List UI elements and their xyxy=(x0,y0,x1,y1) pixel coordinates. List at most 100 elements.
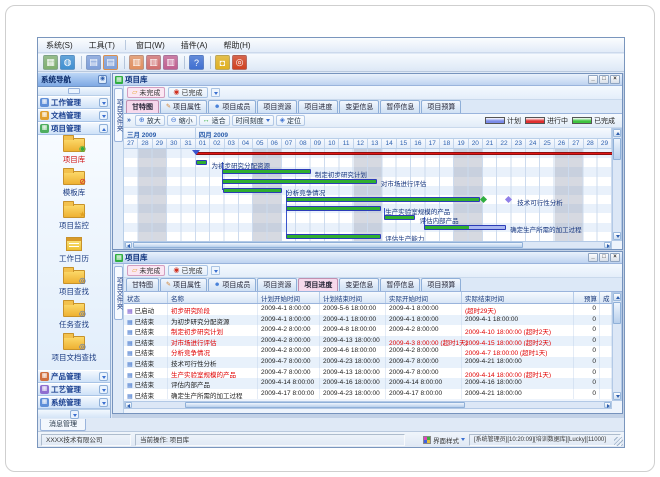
lock-icon[interactable]: ◘ xyxy=(215,55,230,70)
sidebar-item-项目查找[interactable]: ◎项目查找 xyxy=(38,267,110,300)
sidebar-item-模板库[interactable]: ⊘模板库 xyxy=(38,168,110,201)
tab-message-management[interactable]: 消息管理 xyxy=(40,419,86,431)
sidebar-collapse[interactable] xyxy=(38,409,110,418)
chevron-up-icon[interactable] xyxy=(99,124,108,133)
tab-暂停信息[interactable]: 暂停信息 xyxy=(380,100,420,113)
gantt-button-缩小[interactable]: ⊖缩小 xyxy=(167,115,197,126)
day-cell[interactable]: 08 xyxy=(296,139,310,148)
more-filters-dropdown[interactable] xyxy=(211,88,220,97)
day-cell[interactable]: 29 xyxy=(153,139,167,148)
table-horizontal-scrollbar[interactable] xyxy=(124,401,612,409)
tab-项目属性[interactable]: ✎项目属性 xyxy=(160,100,207,113)
day-cell[interactable]: 27 xyxy=(124,139,138,148)
column-header-成[interactable]: 成 xyxy=(600,292,612,303)
filter-已完成[interactable]: ◉已完成 xyxy=(168,87,207,98)
day-cell[interactable]: 22 xyxy=(497,139,511,148)
day-cell[interactable]: 01 xyxy=(196,139,210,148)
sidebar-group-top-1[interactable]: ▦文档管理 xyxy=(38,109,110,122)
table-row[interactable]: ▦已结束制定初步研究计划2009-4-2 8:00:002009-4-8 18:… xyxy=(124,325,612,336)
ui-style-selector[interactable]: 界面样式 xyxy=(423,435,465,445)
scroll-right-icon[interactable] xyxy=(604,402,611,408)
maximize-button[interactable]: □ xyxy=(599,75,609,84)
panel-title-bar[interactable]: ▦项目库_□× xyxy=(113,252,622,264)
menu-item-0[interactable]: 系统(S) xyxy=(38,39,81,52)
day-cell[interactable]: 23 xyxy=(512,139,526,148)
chevron-down-icon[interactable] xyxy=(99,98,108,107)
day-cell[interactable]: 19 xyxy=(454,139,468,148)
resize-grip[interactable] xyxy=(614,437,623,446)
scroll-thumb[interactable] xyxy=(613,138,621,160)
sidebar-group-bottom-2[interactable]: ▦系统管理 xyxy=(38,396,110,409)
tab-暂停信息[interactable]: 暂停信息 xyxy=(380,278,420,291)
day-cell[interactable]: 25 xyxy=(540,139,554,148)
pin-icon[interactable]: ◉ xyxy=(98,75,107,84)
gantt-button-定位[interactable]: ◈定位 xyxy=(276,115,305,126)
day-cell[interactable]: 27 xyxy=(569,139,583,148)
tab-甘特图[interactable]: 甘特图 xyxy=(126,278,159,291)
sidebar-item-工作日历[interactable]: 工作日历 xyxy=(38,234,110,267)
gantt-task-bar[interactable] xyxy=(222,169,311,174)
filter-未完成[interactable]: ▱未完成 xyxy=(127,87,165,98)
scroll-thumb[interactable] xyxy=(613,302,621,324)
tab-project-folder[interactable]: 项目文件夹 xyxy=(114,88,123,142)
folder-open-icon[interactable]: ▤ xyxy=(103,55,118,70)
day-cell[interactable]: 18 xyxy=(440,139,454,148)
sidebar-group-top-0[interactable]: ▦工作管理 xyxy=(38,96,110,109)
day-cell[interactable]: 07 xyxy=(282,139,296,148)
table-vertical-scrollbar[interactable] xyxy=(612,292,622,401)
close-button[interactable]: × xyxy=(610,75,620,84)
chevron-down-icon[interactable] xyxy=(99,398,108,407)
day-cell[interactable]: 21 xyxy=(483,139,497,148)
gantt-task-bar[interactable] xyxy=(286,206,381,211)
globe-icon[interactable]: ◍ xyxy=(60,55,75,70)
more-filters-dropdown[interactable] xyxy=(211,266,220,275)
day-cell[interactable]: 03 xyxy=(225,139,239,148)
day-cell[interactable]: 28 xyxy=(138,139,152,148)
audit-icon[interactable]: ▥ xyxy=(146,55,161,70)
day-cell[interactable]: 06 xyxy=(268,139,282,148)
day-cell[interactable]: 02 xyxy=(210,139,224,148)
tab-项目成员[interactable]: ☻项目成员 xyxy=(208,278,256,291)
day-cell[interactable]: 15 xyxy=(397,139,411,148)
table-row[interactable]: ▦已结束分析竞争情况2009-4-2 8:00:002009-4-6 18:00… xyxy=(124,346,612,357)
table-row[interactable]: ▦已结束为初步研究分配资源2009-4-1 8:00:002009-4-1 18… xyxy=(124,315,612,326)
day-cell[interactable]: 28 xyxy=(584,139,598,148)
tab-项目进度[interactable]: 项目进度 xyxy=(298,100,338,113)
column-header-状态[interactable]: 状态 xyxy=(124,292,168,303)
sidebar-scroll-up[interactable] xyxy=(38,87,110,96)
table-row[interactable]: ▦已结束对市场进行评估2009-4-2 8:00:002009-4-13 18:… xyxy=(124,336,612,347)
menu-item-3[interactable]: 插件(A) xyxy=(173,39,216,52)
column-header-名称[interactable]: 名称 xyxy=(168,292,258,303)
menu-item-2[interactable]: 窗口(W) xyxy=(128,39,173,52)
scroll-down-icon[interactable] xyxy=(613,232,621,240)
minimize-button[interactable]: _ xyxy=(588,75,598,84)
gantt-task-bar[interactable] xyxy=(424,225,506,230)
day-cell[interactable]: 04 xyxy=(239,139,253,148)
day-cell[interactable]: 05 xyxy=(253,139,267,148)
system-icon[interactable]: ▦ xyxy=(43,55,58,70)
gantt-task-bar[interactable] xyxy=(384,215,416,220)
tab-项目预算[interactable]: 项目预算 xyxy=(421,100,461,113)
gantt-task-bar[interactable] xyxy=(222,179,377,184)
day-cell[interactable]: 20 xyxy=(469,139,483,148)
gantt-button-时间刻度[interactable]: 时间刻度 xyxy=(232,115,274,126)
table-row[interactable]: ▦已结束技术可行性分析2009-4-7 8:00:002009-4-23 18:… xyxy=(124,357,612,368)
day-cell[interactable]: 31 xyxy=(181,139,195,148)
maximize-button[interactable]: □ xyxy=(599,253,609,262)
day-cell[interactable]: 10 xyxy=(325,139,339,148)
tab-甘特图[interactable]: 甘特图 xyxy=(126,100,159,113)
chevron-down-icon[interactable] xyxy=(99,385,108,394)
scroll-left-icon[interactable] xyxy=(125,242,132,248)
day-cell[interactable]: 26 xyxy=(555,139,569,148)
gantt-vertical-scrollbar[interactable] xyxy=(612,128,622,241)
tab-项目进度[interactable]: 项目进度 xyxy=(298,278,338,291)
sidebar-header[interactable]: 系统导航 ◉ xyxy=(38,73,110,87)
menu-item-1[interactable]: 工具(T) xyxy=(81,39,123,52)
sidebar-item-项目监控[interactable]: ★项目监控 xyxy=(38,201,110,234)
day-cell[interactable]: 16 xyxy=(411,139,425,148)
day-cell[interactable]: 24 xyxy=(526,139,540,148)
tab-project-folder[interactable]: 项目文件夹 xyxy=(114,266,123,320)
day-cell[interactable]: 13 xyxy=(368,139,382,148)
menu-item-4[interactable]: 帮助(H) xyxy=(215,39,258,52)
sidebar-item-项目库[interactable]: ◉项目库 xyxy=(38,135,110,168)
